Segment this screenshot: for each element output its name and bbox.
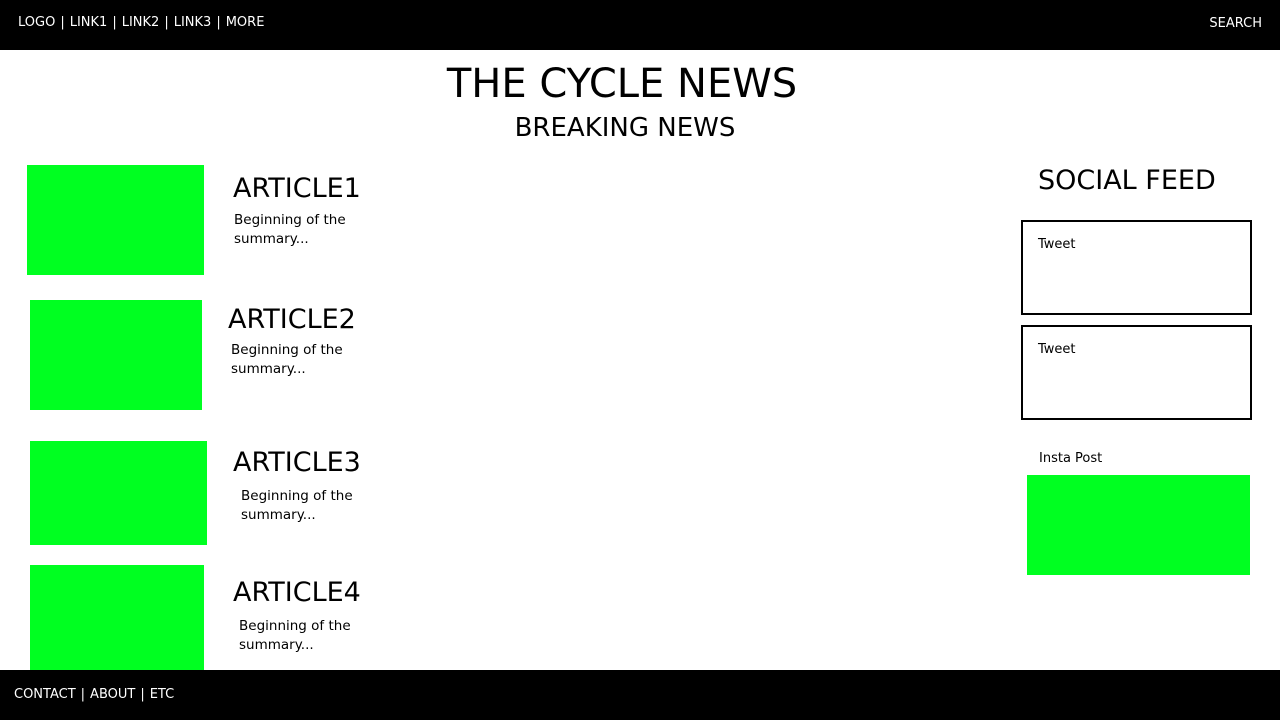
- top-nav-bar: LOGO | LINK1 | LINK2 | LINK3 | MORE SEARCH: [0, 0, 1280, 50]
- nav-separator: |: [216, 15, 221, 30]
- tweet-card[interactable]: Tweet: [1021, 325, 1252, 420]
- article-4-title[interactable]: ARTICLE4: [233, 577, 361, 609]
- article-4-thumbnail[interactable]: [30, 565, 204, 670]
- insta-post-image[interactable]: [1027, 475, 1250, 575]
- search-link[interactable]: SEARCH: [1209, 16, 1262, 32]
- article-1-title[interactable]: ARTICLE1: [233, 173, 361, 205]
- footer-bar: CONTACT | ABOUT | ETC: [0, 670, 1280, 720]
- article-1-thumbnail[interactable]: [27, 165, 204, 275]
- nav-separator: |: [164, 15, 169, 30]
- logo-link[interactable]: LOGO: [18, 15, 55, 31]
- tweet-card[interactable]: Tweet: [1021, 220, 1252, 315]
- nav-link-3[interactable]: LINK3: [174, 15, 212, 31]
- footer-link-etc[interactable]: ETC: [150, 687, 174, 703]
- footer-link-contact[interactable]: CONTACT: [14, 687, 76, 703]
- article-4-summary: Beginning of the summary...: [239, 618, 351, 653]
- top-nav: LOGO | LINK1 | LINK2 | LINK3 | MORE: [18, 15, 264, 31]
- article-2-title[interactable]: ARTICLE2: [228, 304, 356, 336]
- nav-link-more[interactable]: MORE: [226, 15, 265, 31]
- social-feed-title: SOCIAL FEED: [1038, 165, 1216, 196]
- nav-separator: |: [60, 15, 65, 30]
- section-title: BREAKING NEWS: [514, 113, 736, 143]
- insta-post-label: Insta Post: [1039, 451, 1103, 466]
- nav-separator: |: [112, 15, 117, 30]
- site-title: THE CYCLE NEWS: [446, 61, 798, 107]
- article-1-summary: Beginning of the summary...: [234, 212, 346, 247]
- article-3-title[interactable]: ARTICLE3: [233, 447, 361, 479]
- article-3-summary: Beginning of the summary...: [241, 488, 353, 523]
- nav-link-1[interactable]: LINK1: [70, 15, 108, 31]
- footer-separator: |: [140, 687, 145, 702]
- footer-nav: CONTACT | ABOUT | ETC: [14, 687, 174, 703]
- article-2-summary: Beginning of the summary...: [231, 342, 343, 377]
- tweet-label: Tweet: [1038, 237, 1076, 252]
- tweet-label: Tweet: [1038, 342, 1076, 357]
- article-3-thumbnail[interactable]: [30, 441, 207, 545]
- article-2-thumbnail[interactable]: [30, 300, 202, 410]
- footer-separator: |: [80, 687, 86, 702]
- footer-link-about[interactable]: ABOUT: [90, 687, 135, 703]
- page: LOGO | LINK1 | LINK2 | LINK3 | MORE SEARCH THE C…: [0, 0, 1280, 720]
- nav-link-2[interactable]: LINK2: [122, 15, 160, 31]
